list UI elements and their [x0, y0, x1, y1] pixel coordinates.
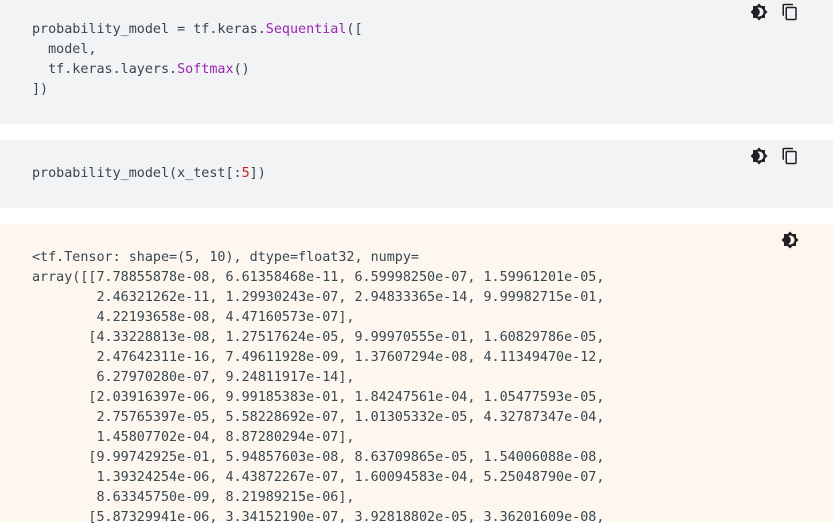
output-text: <tf.Tensor: shape=(5, 10), dtype=float32… [32, 250, 605, 525]
output-block: <tf.Tensor: shape=(5, 10), dtype=float32… [0, 224, 833, 525]
copy-icon[interactable] [781, 3, 799, 21]
code-text: probability_model(x_test[:5]) [32, 166, 266, 181]
code-text: probability_model = tf.keras.Sequential(… [32, 22, 363, 97]
brightness-icon[interactable] [750, 3, 768, 21]
copy-icon[interactable] [781, 147, 799, 165]
brightness-icon[interactable] [781, 231, 799, 249]
code-block-predict: probability_model(x_test[:5]) [0, 140, 833, 208]
code-block-sequential: probability_model = tf.keras.Sequential(… [0, 0, 833, 124]
brightness-icon[interactable] [750, 147, 768, 165]
